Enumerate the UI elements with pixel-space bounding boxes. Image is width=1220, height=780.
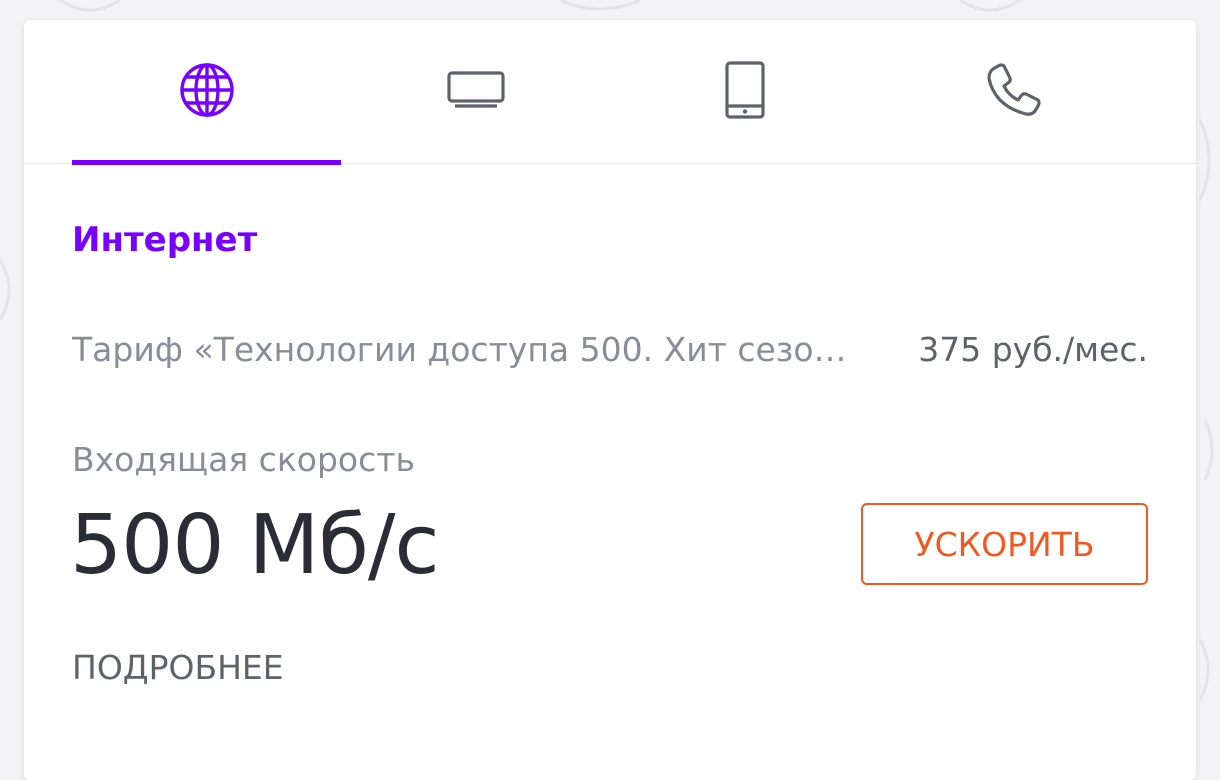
tab-tv[interactable] [341,20,610,164]
phone-icon [986,63,1041,116]
tariff-name: Тариф «Технологии доступа 500. Хит сезон… [72,330,862,369]
tab-internet[interactable] [72,20,341,165]
tab-mobile[interactable] [610,20,879,164]
services-card: Интернет Тариф «Технологии доступа 500. … [24,20,1196,780]
boost-button[interactable]: УСКОРИТЬ [861,503,1148,585]
tv-icon [446,71,505,108]
service-tabs [24,20,1196,165]
section-title: Интернет [72,220,258,260]
tariff-price: 375 руб./мес. [918,330,1148,369]
speed-value: 500 Мб/с [70,498,440,593]
speed-label: Входящая скорость [72,440,415,479]
more-details-link[interactable]: ПОДРОБНЕЕ [72,648,284,687]
tab-phone[interactable] [879,20,1148,164]
globe-icon [179,63,234,117]
mobile-icon [724,61,765,119]
